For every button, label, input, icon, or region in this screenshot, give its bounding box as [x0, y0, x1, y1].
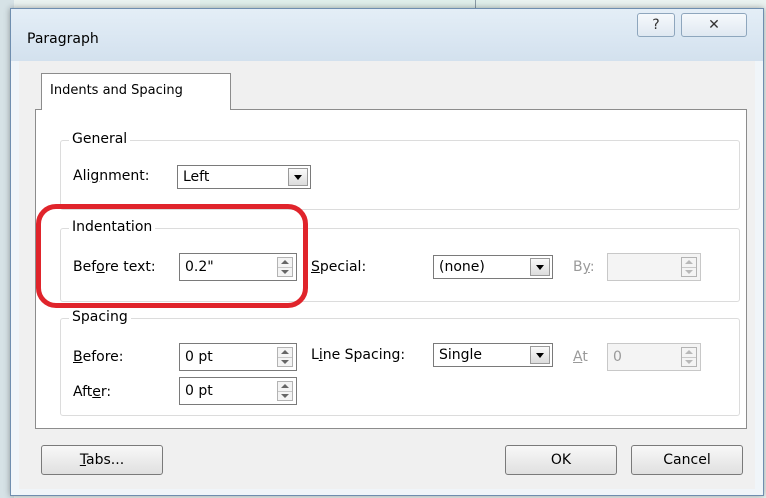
- spinner-arrows-icon[interactable]: [277, 381, 293, 401]
- alignment-select[interactable]: Left: [177, 165, 311, 189]
- chevron-down-icon[interactable]: [530, 258, 550, 276]
- at-label: At: [573, 349, 588, 365]
- general-legend: General: [69, 131, 131, 147]
- before-value: 0 pt: [185, 349, 213, 365]
- before-label: Before:: [73, 349, 124, 365]
- special-label: Special:: [311, 259, 367, 275]
- ok-button[interactable]: OK: [505, 445, 617, 475]
- at-input[interactable]: 0: [607, 343, 701, 371]
- spacing-legend: Spacing: [69, 309, 131, 325]
- paragraph-dialog: Paragraph ? ✕ Indents and Spacing Genera…: [10, 8, 764, 496]
- after-label: After:: [73, 384, 112, 400]
- after-input[interactable]: 0 pt: [179, 377, 297, 405]
- line-spacing-select[interactable]: Single: [433, 343, 553, 367]
- tabs-button[interactable]: Tabs...: [41, 445, 163, 475]
- tab-panel: General Alignment: Left Indentation Befo…: [35, 109, 747, 429]
- spinner-arrows-icon[interactable]: [277, 257, 293, 277]
- indentation-legend: Indentation: [69, 219, 156, 235]
- help-button[interactable]: ?: [637, 13, 675, 37]
- title-bar[interactable]: Paragraph ? ✕: [11, 9, 763, 61]
- cancel-button[interactable]: Cancel: [631, 445, 743, 475]
- spinner-arrows-icon[interactable]: [681, 257, 697, 277]
- line-spacing-label: Line Spacing:: [311, 347, 406, 363]
- special-select[interactable]: (none): [433, 255, 553, 279]
- close-button[interactable]: ✕: [681, 13, 747, 37]
- close-icon: ✕: [708, 17, 720, 33]
- tabs-button-label: Tabs...: [79, 452, 125, 468]
- after-value: 0 pt: [185, 383, 213, 399]
- spinner-arrows-icon[interactable]: [681, 347, 697, 367]
- before-text-input[interactable]: 0.2": [179, 253, 297, 281]
- at-value: 0: [613, 349, 622, 365]
- tab-indents-and-spacing[interactable]: Indents and Spacing: [41, 73, 231, 110]
- alignment-label: Alignment:: [73, 168, 150, 184]
- alignment-value: Left: [183, 169, 210, 185]
- dialog-body: Indents and Spacing General Alignment: L…: [19, 61, 755, 489]
- dialog-title: Paragraph: [27, 31, 99, 47]
- special-value: (none): [439, 259, 485, 275]
- chevron-down-icon[interactable]: [530, 346, 550, 364]
- help-icon: ?: [652, 17, 660, 33]
- spacing-group: Spacing Before: 0 pt Line Spacing: Singl…: [60, 309, 740, 416]
- by-label: By:: [573, 259, 595, 275]
- before-input[interactable]: 0 pt: [179, 343, 297, 371]
- by-input[interactable]: [607, 253, 701, 281]
- indentation-group: Indentation Before text: 0.2" Special: (…: [60, 219, 740, 302]
- tab-label: Indents and Spacing: [50, 83, 183, 98]
- before-text-value: 0.2": [185, 259, 214, 275]
- cancel-button-label: Cancel: [663, 452, 711, 468]
- ok-button-label: OK: [550, 452, 572, 468]
- spinner-arrows-icon[interactable]: [277, 347, 293, 367]
- line-spacing-value: Single: [439, 347, 483, 363]
- chevron-down-icon[interactable]: [288, 168, 308, 186]
- general-group: General Alignment: Left: [60, 131, 740, 210]
- before-text-label: Before text:: [73, 259, 156, 275]
